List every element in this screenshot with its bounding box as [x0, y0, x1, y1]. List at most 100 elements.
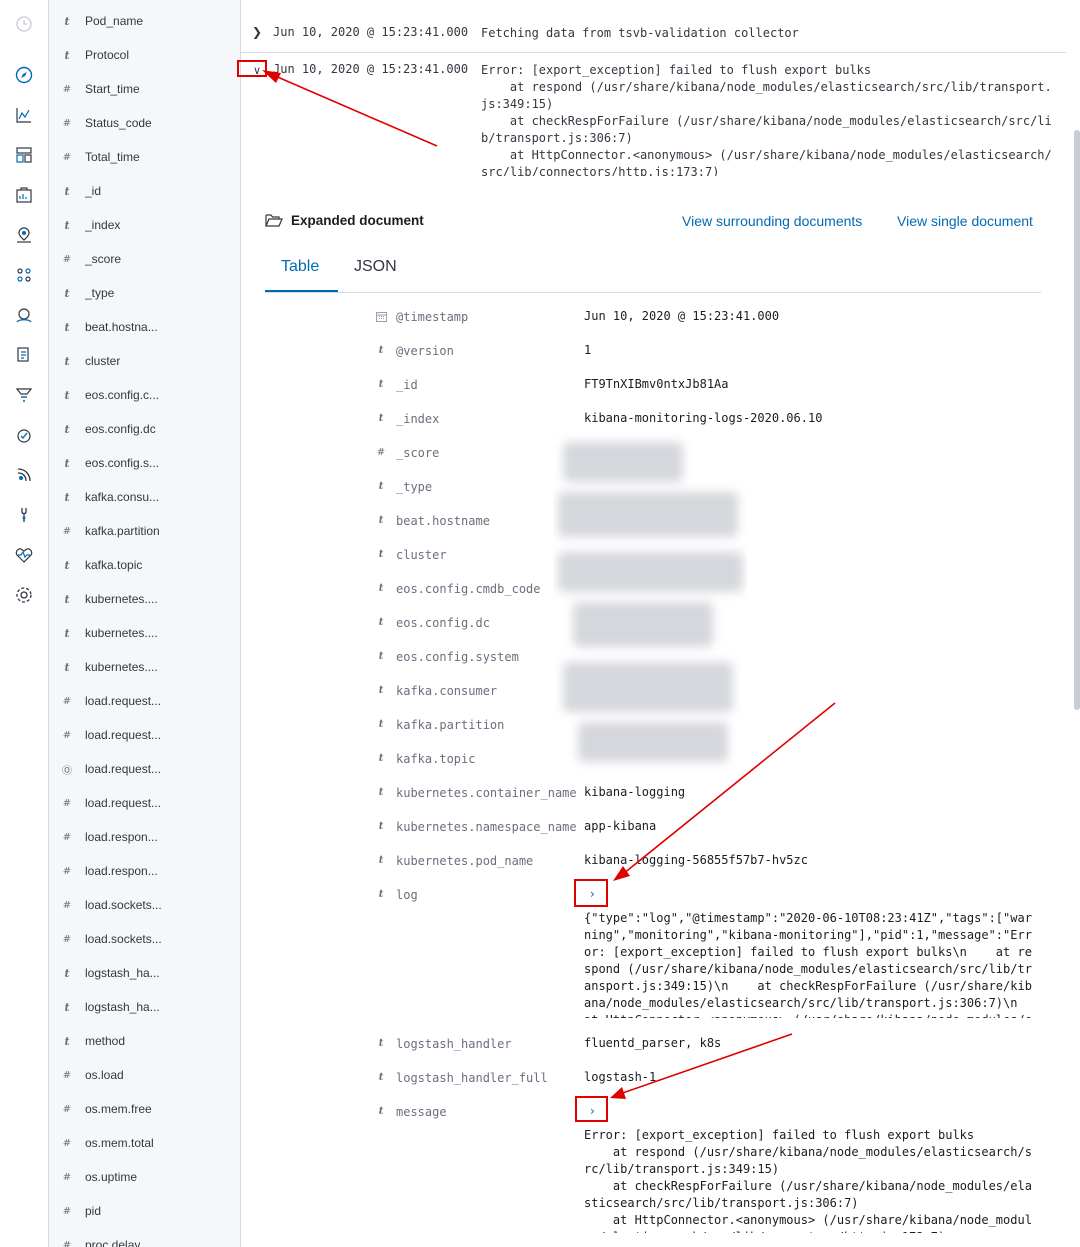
maps-icon[interactable]: [14, 225, 34, 245]
doc-field-value: kibana-logging-56855f57b7-hv5zc: [584, 853, 808, 867]
string-type-icon: t: [64, 456, 70, 470]
field-list-item[interactable]: # Start_time: [49, 72, 240, 106]
field-list-item[interactable]: t eos.config.s...: [49, 446, 240, 480]
field-list-item[interactable]: t kafka.topic: [49, 548, 240, 582]
field-list-item[interactable]: t Pod_name: [49, 4, 240, 38]
field-list-item[interactable]: t logstash_ha...: [49, 956, 240, 990]
field-list-item[interactable]: # Total_time: [49, 140, 240, 174]
field-name: beat.hostna...: [85, 320, 158, 334]
table-row-expanded[interactable]: ∨ Jun 10, 2020 @ 15:23:41.000 Error: [ex…: [241, 60, 1066, 178]
field-list-item[interactable]: # load.sockets...: [49, 888, 240, 922]
clock-icon[interactable]: [14, 14, 34, 34]
field-list-item[interactable]: t _type: [49, 276, 240, 310]
doc-field-name: _score: [396, 446, 440, 460]
field-list-item[interactable]: # _score: [49, 242, 240, 276]
field-list-item[interactable]: # kafka.partition: [49, 514, 240, 548]
number-type-icon: #: [62, 831, 72, 843]
expand-value-chevron-icon[interactable]: ›: [590, 1104, 595, 1118]
monitoring-icon[interactable]: [14, 545, 34, 565]
siem-icon[interactable]: [14, 465, 34, 485]
doc-field-value: app-kibana: [584, 819, 657, 833]
row-source: Error: [export_exception] failed to flus…: [481, 63, 1052, 176]
doc-field-name: logstash_handler_full: [396, 1071, 548, 1085]
string-type-icon: t: [64, 388, 70, 402]
field-list-item[interactable]: t kubernetes....: [49, 582, 240, 616]
field-list-item[interactable]: # pid: [49, 1194, 240, 1228]
field-list-item[interactable]: # load.request...: [49, 786, 240, 820]
doc-field-name: _id: [396, 378, 418, 392]
number-type-icon: #: [62, 1205, 72, 1217]
table-row[interactable]: ❯ Jun 10, 2020 @ 15:23:41.000 Fetching d…: [241, 20, 1066, 52]
visualize-icon[interactable]: [14, 105, 34, 125]
compass-icon[interactable]: [14, 65, 34, 85]
field-list-item[interactable]: # os.mem.total: [49, 1126, 240, 1160]
field-list-item[interactable]: t cluster: [49, 344, 240, 378]
field-list-item[interactable]: # proc.delay: [49, 1228, 240, 1247]
management-icon[interactable]: [14, 585, 34, 605]
field-list-sidebar: t Pod_name t Protocol # Start_time # Status_cod…: [49, 0, 241, 1247]
string-type-icon: t: [64, 48, 70, 62]
expanded-doc-title: Expanded document: [291, 212, 424, 228]
tab-json[interactable]: JSON: [354, 258, 397, 276]
field-list-item[interactable]: t Protocol: [49, 38, 240, 72]
field-list-item[interactable]: # load.respon...: [49, 820, 240, 854]
discover-main: ❯ Jun 10, 2020 @ 15:23:41.000 Fetching d…: [241, 0, 1080, 1247]
field-name: cluster: [85, 354, 121, 368]
field-name: load.respon...: [85, 864, 158, 878]
field-list-item[interactable]: t kubernetes....: [49, 616, 240, 650]
field-name: load.request...: [85, 796, 162, 810]
field-name: load.request...: [85, 728, 162, 742]
field-list-item[interactable]: Ⓞload.request...: [49, 752, 240, 786]
field-list-item[interactable]: # os.uptime: [49, 1160, 240, 1194]
tab-table[interactable]: Table: [281, 258, 319, 276]
string-type-icon: t: [64, 490, 70, 504]
field-list-item[interactable]: t method: [49, 1024, 240, 1058]
expand-chevron-icon[interactable]: ❯: [249, 24, 265, 40]
field-list-item[interactable]: # load.request...: [49, 684, 240, 718]
field-list-item[interactable]: # load.sockets...: [49, 922, 240, 956]
field-list-item[interactable]: t _index: [49, 208, 240, 242]
field-list-item[interactable]: t logstash_ha...: [49, 990, 240, 1024]
field-list-item[interactable]: t eos.config.dc: [49, 412, 240, 446]
number-type-icon: #: [62, 1137, 72, 1149]
dashboard-icon[interactable]: [14, 145, 34, 165]
collapse-chevron-icon[interactable]: ∨: [249, 62, 265, 78]
field-list-item[interactable]: t kafka.consu...: [49, 480, 240, 514]
field-name: load.request...: [85, 694, 162, 708]
field-name: load.request...: [85, 762, 162, 776]
row-timestamp: Jun 10, 2020 @ 15:23:41.000: [273, 62, 469, 76]
number-type-icon: #: [62, 899, 72, 911]
field-list-item[interactable]: t beat.hostna...: [49, 310, 240, 344]
number-type-icon: #: [62, 83, 72, 95]
apm-icon[interactable]: [14, 385, 34, 405]
doc-field-name: kubernetes.namespace_name: [396, 820, 577, 834]
field-name: _type: [85, 286, 115, 300]
scrollbar[interactable]: [1074, 130, 1080, 710]
logs-icon[interactable]: [14, 345, 34, 365]
doc-field-value: {"type":"log","@timestamp":"2020-06-10T0…: [584, 911, 1032, 1018]
canvas-icon[interactable]: [14, 185, 34, 205]
field-list-item[interactable]: # os.load: [49, 1058, 240, 1092]
field-name: kafka.topic: [85, 558, 143, 572]
number-type-icon: #: [62, 1171, 72, 1183]
field-list-item[interactable]: t kubernetes....: [49, 650, 240, 684]
metrics-icon[interactable]: [14, 305, 34, 325]
field-list-item[interactable]: # os.mem.free: [49, 1092, 240, 1126]
expand-value-chevron-icon[interactable]: ›: [590, 887, 595, 901]
field-name: eos.config.dc: [85, 422, 156, 436]
field-list-item[interactable]: t _id: [49, 174, 240, 208]
ml-icon[interactable]: [14, 265, 34, 285]
field-name: os.mem.total: [85, 1136, 154, 1150]
field-list-item[interactable]: # load.respon...: [49, 854, 240, 888]
string-type-icon: t: [378, 481, 384, 492]
doc-field-name: eos.config.cmdb_code: [396, 582, 541, 596]
view-surrounding-link[interactable]: View surrounding documents: [682, 213, 862, 229]
number-type-icon: #: [62, 865, 72, 877]
view-single-link[interactable]: View single document: [897, 213, 1033, 229]
dev-tools-icon[interactable]: [14, 505, 34, 525]
field-list-item[interactable]: # load.request...: [49, 718, 240, 752]
uptime-icon[interactable]: [14, 425, 34, 445]
field-list-item[interactable]: t eos.config.c...: [49, 378, 240, 412]
string-type-icon: t: [378, 583, 384, 594]
field-list-item[interactable]: # Status_code: [49, 106, 240, 140]
